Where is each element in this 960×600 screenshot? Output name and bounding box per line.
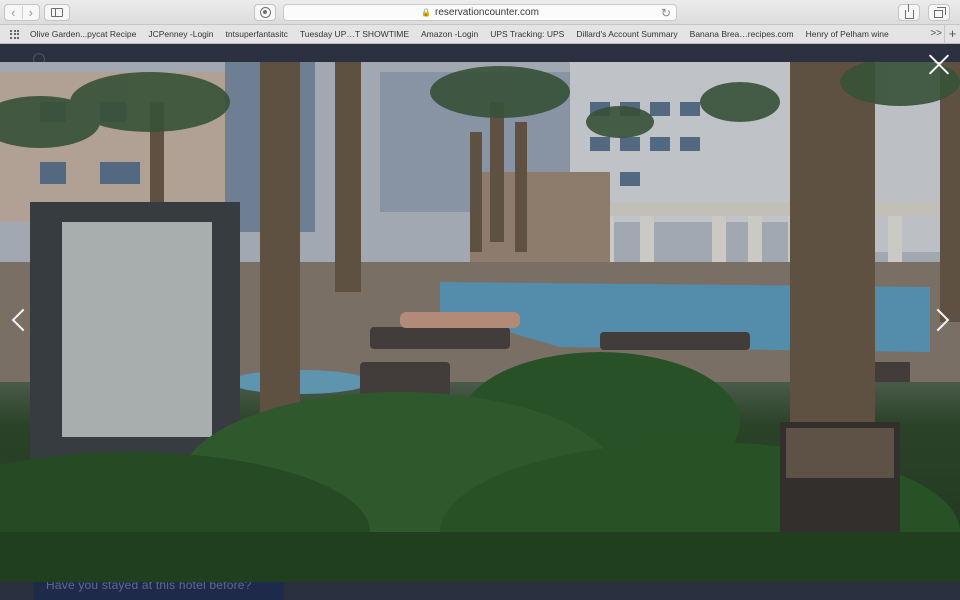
address-bar[interactable]: 🔒 reservationcounter.com ↻ <box>283 4 677 21</box>
new-tab-button[interactable]: + <box>944 25 960 44</box>
more-bookmarks-icon[interactable]: >> <box>930 28 942 39</box>
bookmark-item[interactable]: UPS Tracking: UPS <box>490 29 564 39</box>
extension-button[interactable] <box>254 4 276 21</box>
lock-icon: 🔒 <box>421 8 431 17</box>
nav-buttons: ‹ › <box>4 4 40 21</box>
page-header-strip <box>0 45 960 63</box>
extension-icon <box>259 7 271 18</box>
chevron-left-icon[interactable] <box>8 306 26 336</box>
bookmark-item[interactable]: Tuesday UP…T SHOWTIME <box>300 29 409 39</box>
reload-icon[interactable]: ↻ <box>661 6 671 20</box>
bookmark-item[interactable]: Henry of Pelham wine <box>806 29 889 39</box>
share-icon <box>904 4 914 19</box>
share-button[interactable] <box>898 4 920 21</box>
forward-button[interactable]: › <box>21 6 40 19</box>
top-sites-icon[interactable] <box>10 29 19 39</box>
back-button[interactable]: ‹ <box>5 6 22 19</box>
bookmark-item[interactable]: Banana Brea…recipes.com <box>690 29 794 39</box>
sidebar-toggle-button[interactable] <box>44 4 70 21</box>
browser-toolbar: ‹ › 🔒 reservationcounter.com ↻ <box>0 0 960 25</box>
tab-overview-button[interactable] <box>928 4 950 21</box>
bookmark-item[interactable]: Amazon -Login <box>421 29 478 39</box>
hotel-pool-photo <box>0 62 960 582</box>
tabs-icon <box>933 7 946 18</box>
bookmarks-bar: Olive Garden...pycat Recipe JCPenney -Lo… <box>0 25 960 44</box>
bookmark-item[interactable]: Olive Garden...pycat Recipe <box>30 29 136 39</box>
photo-dim-overlay <box>0 62 960 582</box>
bookmark-item[interactable]: JCPenney -Login <box>148 29 213 39</box>
address-text: reservationcounter.com <box>435 7 539 18</box>
bookmark-item[interactable]: tntsuperfantasitc <box>226 29 288 39</box>
chevron-right-icon[interactable] <box>933 306 951 336</box>
close-icon[interactable] <box>927 52 951 76</box>
sidebar-icon <box>51 8 63 17</box>
bookmark-item[interactable]: Dillard's Account Summary <box>576 29 677 39</box>
